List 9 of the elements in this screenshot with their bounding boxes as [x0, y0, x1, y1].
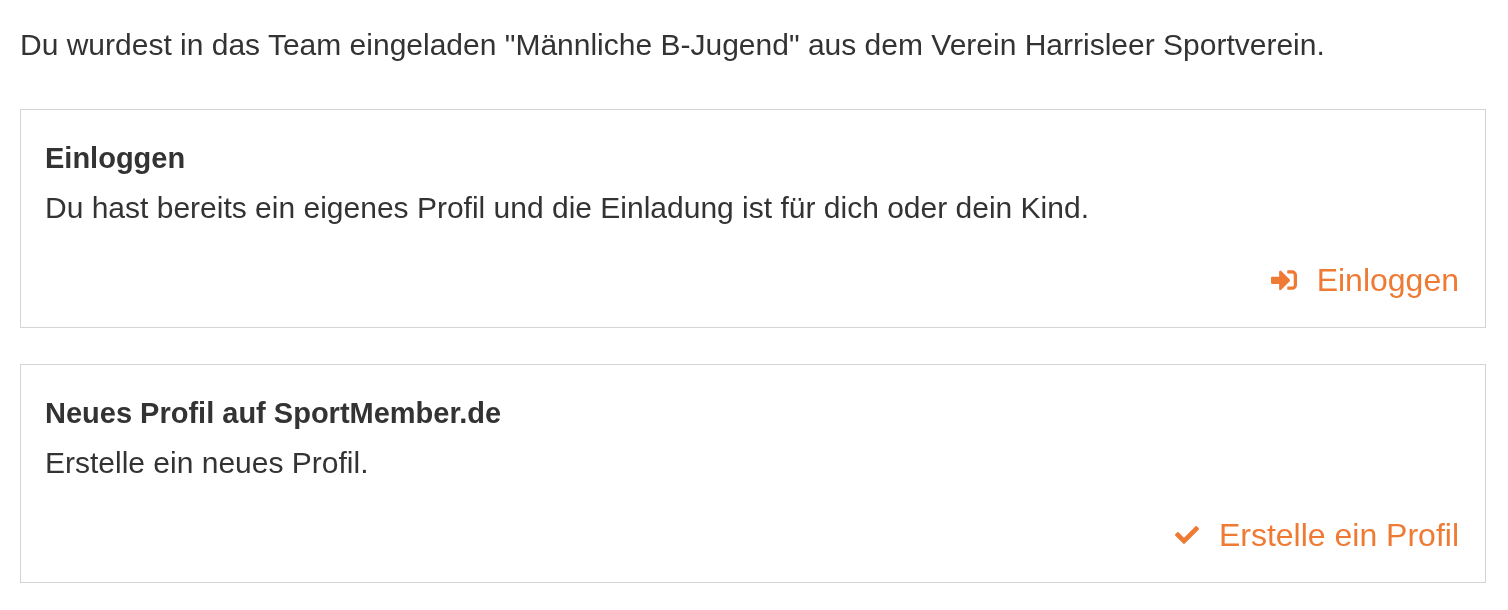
card-title: Neues Profil auf SportMember.de	[45, 396, 502, 431]
checkmark-icon	[1172, 523, 1201, 547]
invitation-text: Du wurdest in das Team eingeladen "Männliche B-Jugend" aus dem Verein Harrisleer Sportverein.	[20, 27, 1326, 63]
action-link[interactable]: Einloggen	[1268, 260, 1459, 300]
action-link[interactable]: Erstelle ein Profil	[1172, 515, 1459, 555]
sign-in-icon	[1268, 267, 1299, 293]
card-description: Erstelle ein neues Profil.	[45, 445, 369, 481]
card-title: Einloggen	[45, 141, 186, 176]
card-description: Du hast bereits ein eigenes Profil und die Einladung ist für dich oder dein Kind.	[45, 190, 1089, 226]
